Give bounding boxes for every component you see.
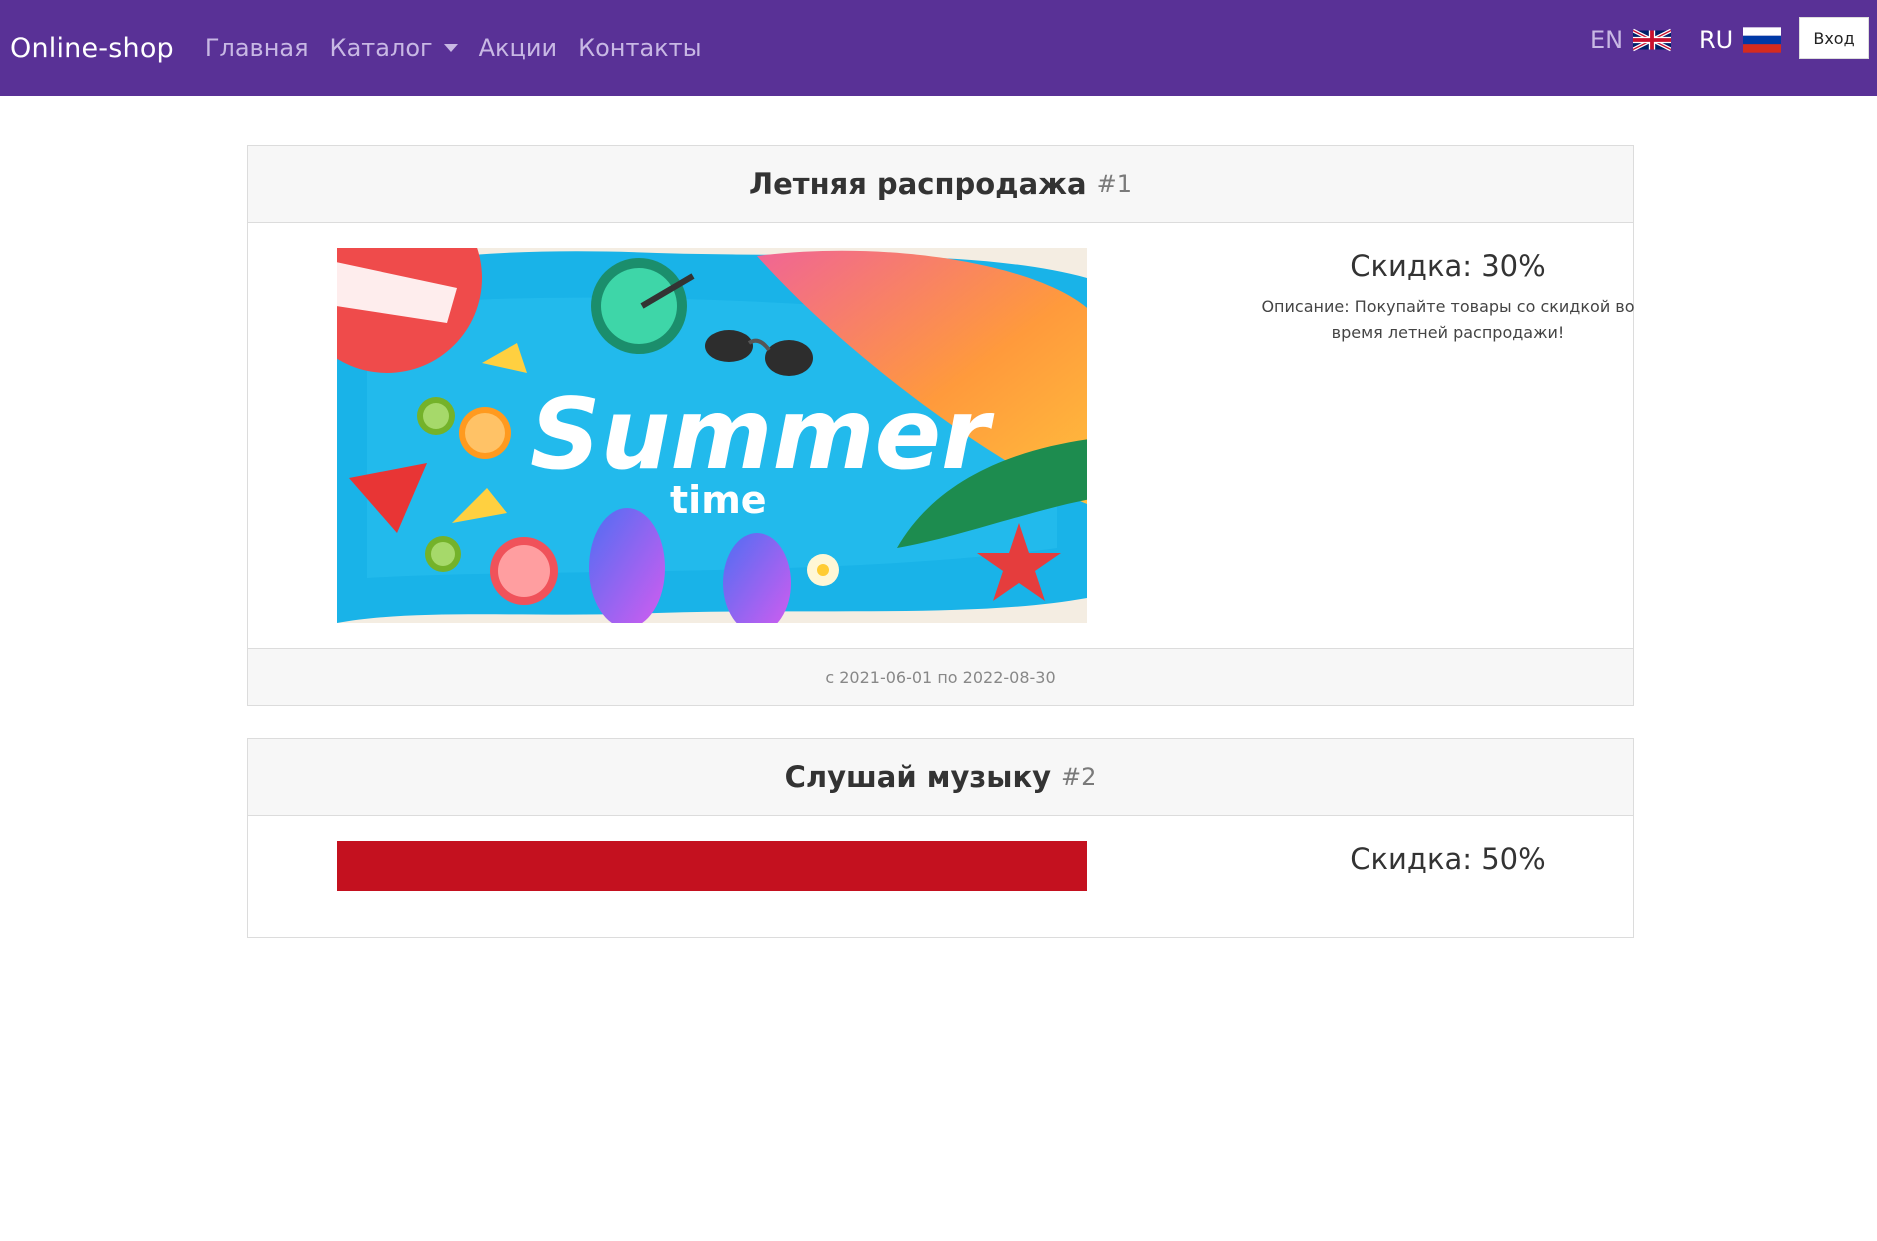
promotion-image: Summer time	[337, 248, 1087, 623]
summer-banner-text: Summer	[530, 378, 995, 492]
discount-label: Скидка: 30%	[1350, 249, 1546, 283]
lang-switch-en[interactable]: EN	[1590, 26, 1672, 54]
card-body: Summer time Скидка: 30% Описание: Покупа…	[248, 223, 1635, 648]
promotion-dates: с 2021-06-01 по 2022-08-30	[825, 667, 1056, 687]
nav-link-promotions[interactable]: Акции	[479, 34, 557, 62]
promotion-number: #2	[1061, 763, 1097, 791]
nav-link-contacts[interactable]: Контакты	[578, 34, 702, 62]
top-navbar: Online-shop Главная Каталог Акции Контак…	[0, 0, 1877, 96]
nav-link-promotions-label: Акции	[478, 34, 558, 62]
promotion-image	[337, 841, 1087, 891]
card-footer: с 2021-06-01 по 2022-08-30	[248, 648, 1633, 705]
lang-ru-label: RU	[1699, 26, 1734, 54]
uk-flag-icon	[1633, 28, 1672, 52]
login-button[interactable]: Вход	[1799, 17, 1869, 59]
brand-link[interactable]: Online-shop	[10, 33, 174, 64]
nav-link-home[interactable]: Главная	[205, 34, 309, 62]
lang-switch-ru[interactable]: RU	[1699, 26, 1782, 54]
card-header: Летняя распродажа #1	[248, 146, 1633, 223]
time-banner-text: time	[670, 478, 767, 522]
nav-links: Главная Каталог Акции Контакты	[205, 34, 723, 62]
chevron-down-icon	[443, 44, 458, 52]
nav-link-contacts-label: Контакты	[578, 34, 702, 62]
promotion-number: #1	[1096, 170, 1132, 198]
nav-link-catalog-label: Каталог	[329, 34, 433, 62]
nav-link-home-label: Главная	[204, 34, 309, 62]
promotion-title: Слушай музыку	[784, 760, 1052, 794]
promotion-card: Летняя распродажа #1 Summer time Скидка:…	[247, 145, 1635, 706]
card-body: Скидка: 50%	[248, 816, 1633, 1241]
promotion-description: Описание: Покупайте товары со скидкой во…	[1261, 297, 1635, 342]
russia-flag-icon	[1743, 27, 1782, 53]
promotion-card: Слушай музыку #2 Скидка: 50%	[247, 738, 1634, 938]
lang-en-label: EN	[1590, 26, 1624, 54]
card-header: Слушай музыку #2	[248, 739, 1633, 816]
nav-dropdown-catalog[interactable]: Каталог	[330, 34, 458, 62]
promotion-title: Летняя распродажа	[749, 167, 1087, 201]
